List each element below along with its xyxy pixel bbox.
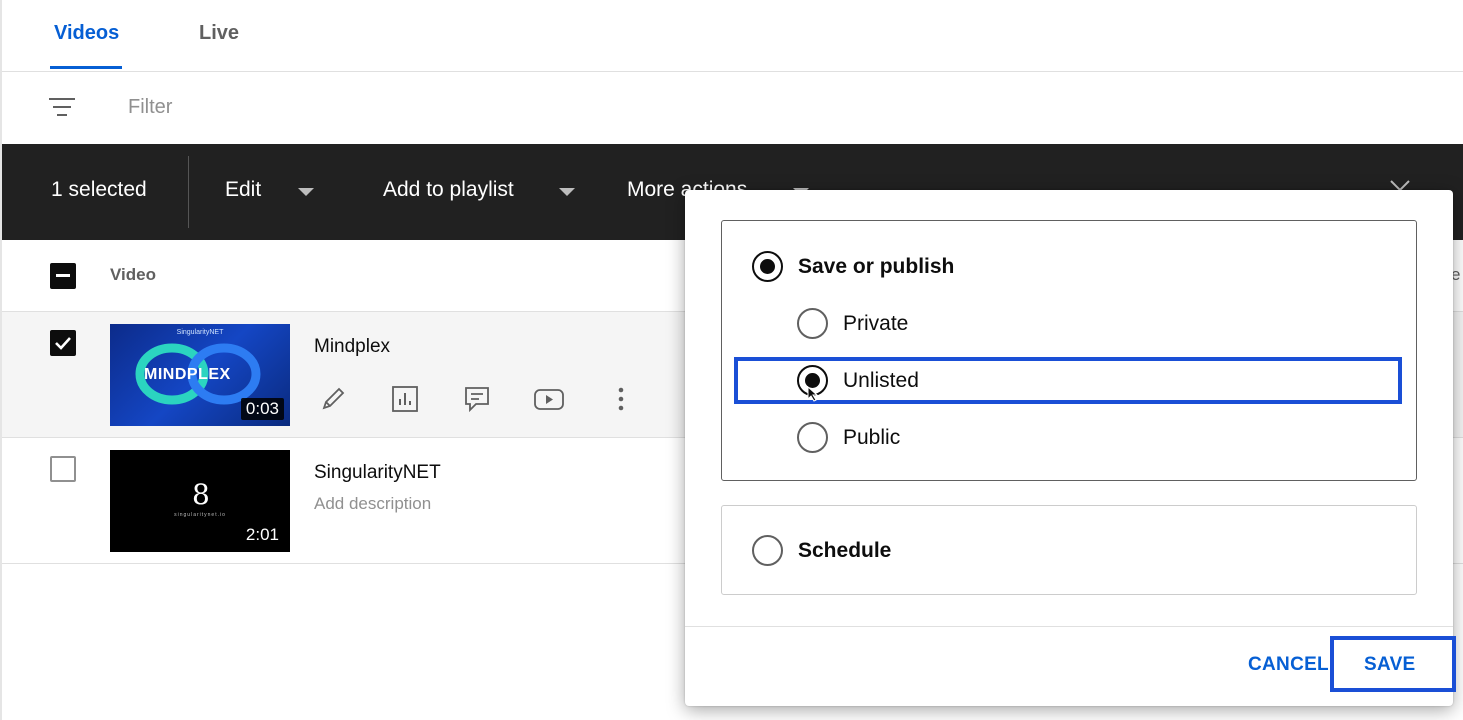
youtube-play-icon[interactable] (532, 382, 566, 416)
comments-icon[interactable] (460, 382, 494, 416)
tab-videos[interactable]: Videos (54, 22, 119, 45)
video-duration: 0:03 (240, 398, 284, 420)
public-label[interactable]: Public (843, 426, 900, 450)
studio-content-page: Videos Live Filter 1 selected Edit Add t… (0, 0, 1463, 720)
video-thumbnail[interactable]: SingularityNET MINDPLEX 0:03 (110, 324, 290, 426)
thumbnail-title: MINDPLEX (144, 366, 231, 383)
row-checkbox[interactable] (50, 456, 76, 482)
analytics-icon[interactable] (388, 382, 422, 416)
thumbnail-caption: singularitynet.io (174, 512, 226, 518)
schedule-section: Schedule (721, 505, 1417, 595)
divider (188, 156, 189, 228)
public-radio[interactable] (797, 422, 828, 453)
video-title[interactable]: SingularityNET (314, 462, 441, 484)
cancel-button[interactable]: CANCEL (1248, 654, 1329, 676)
row-checkbox[interactable] (50, 330, 76, 356)
video-title[interactable]: Mindplex (314, 336, 390, 358)
private-label[interactable]: Private (843, 312, 908, 336)
filter-input[interactable]: Filter (128, 96, 172, 119)
filter-icon[interactable] (48, 96, 76, 118)
schedule-radio[interactable] (752, 535, 783, 566)
tab-live[interactable]: Live (199, 22, 239, 45)
thumbnail-brand: SingularityNET (176, 329, 224, 336)
add-to-playlist-dropdown[interactable]: Add to playlist (383, 178, 514, 202)
chevron-down-icon[interactable] (298, 188, 314, 196)
column-header-video[interactable]: Video (110, 265, 156, 285)
selected-count: 1 selected (51, 178, 147, 201)
singularitynet-logo: 8 (192, 478, 210, 511)
private-radio[interactable] (797, 308, 828, 339)
dialog-divider (685, 626, 1453, 627)
video-duration: 2:01 (240, 524, 284, 546)
video-description[interactable]: Add description (314, 494, 431, 514)
select-all-checkbox[interactable] (50, 263, 76, 289)
save-or-publish-label[interactable]: Save or publish (798, 255, 954, 279)
edit-dropdown[interactable]: Edit (225, 178, 261, 202)
mouse-cursor-icon (807, 386, 819, 402)
unlisted-label[interactable]: Unlisted (843, 369, 919, 393)
visibility-dialog: Save or publish Private Unlisted Public … (685, 190, 1456, 706)
edit-pencil-icon[interactable] (316, 382, 350, 416)
more-options-icon[interactable] (604, 382, 638, 416)
save-or-publish-section: Save or publish Private Unlisted Public (721, 220, 1417, 481)
schedule-label[interactable]: Schedule (798, 539, 891, 563)
save-or-publish-radio[interactable] (752, 251, 783, 282)
unlisted-highlight-box (734, 357, 1402, 404)
filter-bar: Filter (2, 72, 1463, 144)
active-tab-indicator (50, 66, 122, 69)
save-button[interactable]: SAVE (1364, 654, 1416, 676)
tab-bar: Videos Live (2, 0, 1463, 72)
video-thumbnail[interactable]: 8 singularitynet.io 2:01 (110, 450, 290, 552)
checkmark-icon (55, 337, 71, 350)
chevron-down-icon[interactable] (559, 188, 575, 196)
